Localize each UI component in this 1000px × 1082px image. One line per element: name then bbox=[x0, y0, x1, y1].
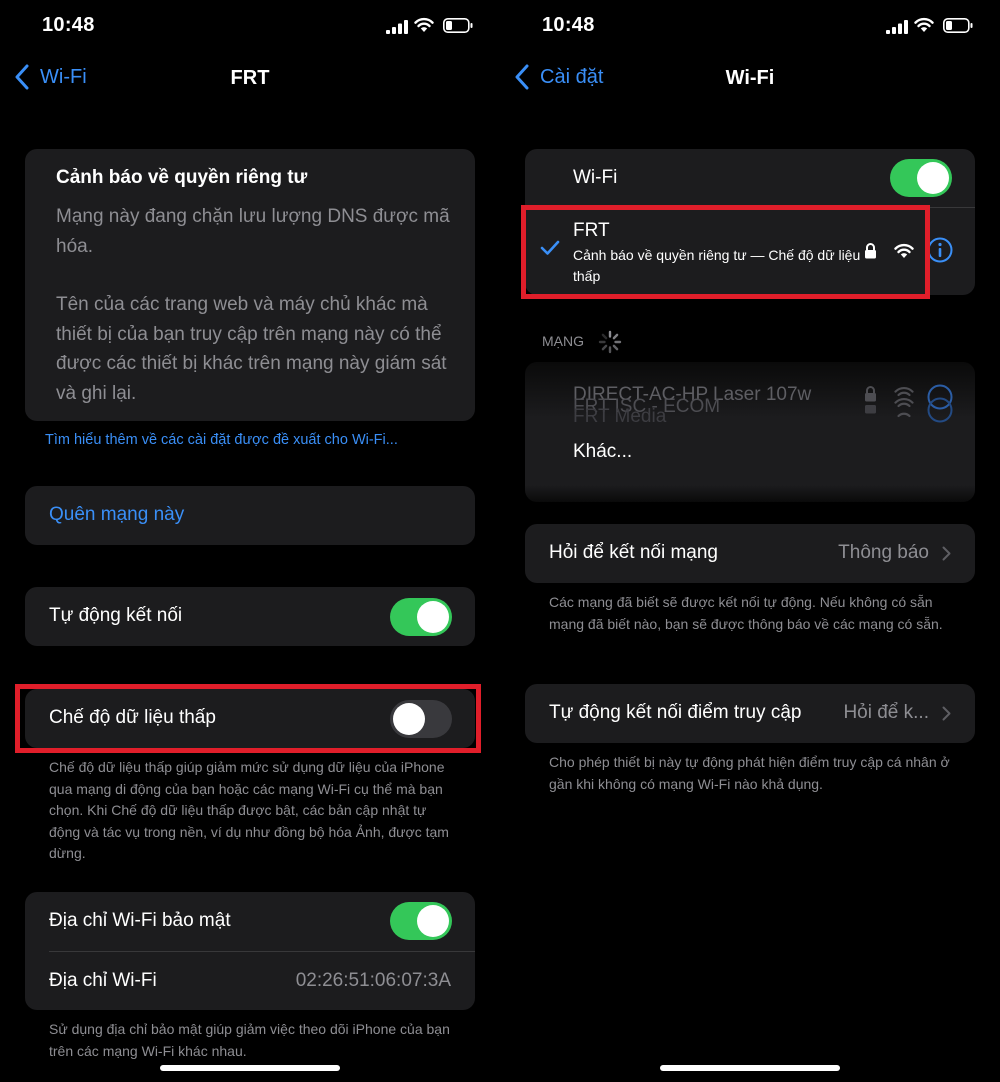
battery-icon bbox=[943, 18, 973, 33]
ask-to-join-footer: Các mạng đã biết sẽ được kết nối tự động… bbox=[549, 594, 943, 632]
other-network-label: Khác... bbox=[573, 441, 633, 462]
privacy-warning-card: Cảnh báo về quyền riêng tư Mạng này đang… bbox=[25, 149, 475, 421]
ask-to-join-value: Thông báo bbox=[838, 542, 929, 563]
info-icon[interactable] bbox=[927, 384, 953, 424]
privacy-warning-body-2: Tên của các trang web và máy chủ khác mà… bbox=[56, 294, 447, 404]
low-data-mode-row: Chế độ dữ liệu thấp bbox=[25, 689, 475, 748]
status-time: 10:48 bbox=[542, 14, 595, 36]
info-icon[interactable] bbox=[927, 237, 953, 263]
connected-network-subtitle: Cảnh báo về quyền riêng tư — Chế độ dữ l… bbox=[573, 247, 861, 284]
wifi-card: Wi-Fi FRT Cảnh báo về quyền riêng tư — C… bbox=[525, 149, 975, 295]
wifi-address-value: 02:26:51:06:07:3A bbox=[295, 970, 451, 991]
wifi-signal-icon bbox=[894, 387, 914, 418]
page-title: FRT bbox=[230, 67, 270, 89]
home-indicator bbox=[160, 1065, 340, 1071]
low-data-mode-toggle[interactable] bbox=[390, 700, 452, 738]
connected-network-name: FRT bbox=[573, 220, 610, 241]
low-data-mode-label: Chế độ dữ liệu thấp bbox=[49, 707, 216, 728]
chevron-right-icon bbox=[942, 706, 951, 721]
auto-join-hotspot-label: Tự động kết nối điểm truy cập bbox=[549, 702, 802, 723]
auto-join-label: Tự động kết nối bbox=[49, 605, 183, 626]
status-time: 10:48 bbox=[42, 14, 95, 36]
private-address-label: Địa chỉ Wi-Fi bảo mật bbox=[49, 910, 231, 931]
wifi-status-icon bbox=[914, 17, 934, 32]
wifi-toggle-label: Wi-Fi bbox=[573, 167, 618, 188]
learn-more-link[interactable]: Tìm hiểu thêm về các cài đặt được đề xuấ… bbox=[45, 432, 398, 448]
privacy-warning-title: Cảnh báo về quyền riêng tư bbox=[56, 167, 308, 188]
left-screen: 10:48 Wi-Fi FRT Cảnh báo về quyền riêng … bbox=[0, 0, 500, 1082]
forget-network-button[interactable]: Quên mạng này bbox=[25, 486, 475, 545]
wifi-address-label: Địa chỉ Wi-Fi bbox=[49, 970, 157, 991]
forget-network-label: Quên mạng này bbox=[49, 504, 185, 525]
wifi-signal-icon bbox=[894, 243, 914, 258]
auto-join-toggle[interactable] bbox=[390, 598, 452, 636]
home-indicator bbox=[660, 1065, 840, 1071]
lock-icon bbox=[865, 243, 876, 259]
checkmark-icon bbox=[540, 240, 560, 255]
networks-header: MẠNG bbox=[542, 333, 584, 349]
networks-list: DIRECT-AC-HP Laser 107w FRT ISC - ECOM F… bbox=[525, 362, 975, 502]
connected-network-row[interactable]: FRT Cảnh báo về quyền riêng tư — Chế độ … bbox=[525, 208, 975, 295]
ask-to-join-label: Hỏi để kết nối mạng bbox=[549, 542, 718, 563]
ask-to-join-row[interactable]: Hỏi để kết nối mạng Thông báo bbox=[525, 524, 975, 583]
lock-icon bbox=[865, 386, 876, 414]
auto-join-hotspot-row[interactable]: Tự động kết nối điểm truy cập Hỏi để k..… bbox=[525, 684, 975, 743]
private-address-toggle[interactable] bbox=[390, 902, 452, 940]
private-address-footer: Sử dụng địa chỉ bảo mật giúp giảm việc t… bbox=[49, 1021, 450, 1059]
loading-spinner-icon bbox=[598, 330, 622, 354]
cellular-signal-icon bbox=[386, 20, 408, 34]
auto-join-hotspot-value: Hỏi để k... bbox=[843, 702, 929, 723]
wifi-status-icon bbox=[414, 17, 434, 32]
row-divider bbox=[49, 951, 475, 952]
chevron-right-icon bbox=[942, 546, 951, 561]
privacy-warning-body-1: Mạng này đang chặn lưu lượng DNS được mã… bbox=[56, 206, 450, 257]
private-address-group: Địa chỉ Wi-Fi bảo mật Địa chỉ Wi-Fi 02:2… bbox=[25, 892, 475, 1010]
battery-icon bbox=[443, 18, 473, 33]
right-screen: 10:48 Cài đặt Wi-Fi Wi-Fi FRT Cảnh báo v… bbox=[500, 0, 1000, 1082]
other-network-row[interactable]: Khác... bbox=[525, 423, 975, 481]
cellular-signal-icon bbox=[886, 20, 908, 34]
low-data-mode-footer: Chế độ dữ liệu thấp giúp giảm mức sử dụn… bbox=[49, 759, 449, 861]
page-title: Wi-Fi bbox=[725, 67, 775, 89]
auto-join-hotspot-footer: Cho phép thiết bị này tự động phát hiện … bbox=[549, 754, 950, 792]
wifi-toggle[interactable] bbox=[890, 159, 952, 197]
auto-join-row: Tự động kết nối bbox=[25, 587, 475, 646]
